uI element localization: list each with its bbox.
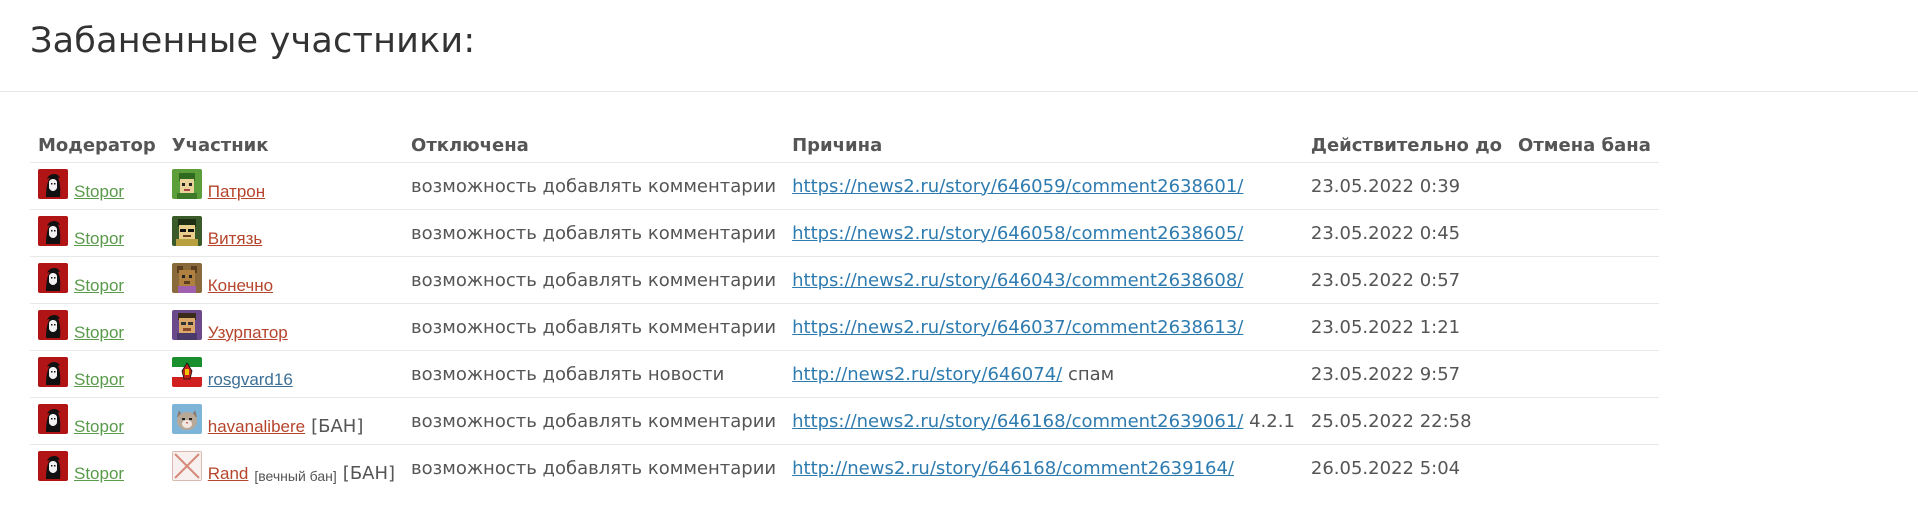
reason-text: спам (1067, 363, 1115, 385)
che-portrait-icon[interactable] (38, 309, 68, 340)
table-row: Stopor Патрон возможность добавлять комм… (30, 162, 1659, 210)
disabled-cell: возможность добавлять комментарии (403, 397, 785, 445)
bans-table: Модератор Участник Отключена Причина Дей… (30, 128, 1659, 491)
table-row: Stopor Витязь возможность добавлять комм… (30, 209, 1659, 257)
moderator-cell: Stopor (30, 445, 164, 492)
no-avatar-icon[interactable] (171, 450, 202, 481)
reason-link[interactable]: http://news2.ru/story/646074/ (792, 364, 1062, 385)
unban-cell (1510, 209, 1659, 257)
moderator-link[interactable]: Stopor (74, 370, 124, 390)
unban-cell (1510, 397, 1659, 445)
member-cell: Конечно (163, 256, 404, 304)
member-link[interactable]: Конечно (208, 276, 273, 296)
konechno-avatar-icon[interactable] (171, 262, 202, 293)
reason-cell: https://news2.ru/story/646168/comment263… (784, 397, 1303, 445)
header-reason: Причина (784, 128, 1303, 163)
valid-until-cell: 23.05.2022 0:45 (1302, 209, 1511, 257)
valid-until-cell: 23.05.2022 0:39 (1302, 162, 1511, 210)
disabled-cell: возможность добавлять комментарии (403, 209, 785, 257)
reason-link[interactable]: https://news2.ru/story/646059/comment263… (792, 176, 1243, 197)
reason-link[interactable]: https://news2.ru/story/646058/comment263… (792, 223, 1243, 244)
cat-avatar-icon[interactable] (171, 403, 202, 434)
unban-cell (1510, 350, 1659, 398)
unban-cell (1510, 445, 1659, 492)
che-portrait-icon[interactable] (38, 356, 68, 387)
table-row: Stopor Rand [вечный бан] [БАН] возможнос… (30, 445, 1659, 492)
reason-text: 4.2.1 (1249, 410, 1295, 432)
header-unban: Отмена бана (1510, 128, 1659, 163)
header-moderator: Модератор (30, 128, 164, 163)
disabled-cell: возможность добавлять новости (403, 350, 785, 398)
reason-link[interactable]: https://news2.ru/story/646168/comment263… (792, 411, 1243, 432)
member-note: [вечный бан] (254, 467, 337, 484)
ban-tag: [БАН] (342, 462, 396, 484)
che-portrait-icon[interactable] (38, 403, 68, 434)
che-portrait-icon[interactable] (38, 262, 68, 293)
uzurpator-avatar-icon[interactable] (171, 309, 202, 340)
member-link[interactable]: Витязь (208, 229, 262, 249)
moderator-cell: Stopor (30, 162, 164, 210)
reason-cell: http://news2.ru/story/646074/ спам (784, 350, 1303, 398)
page-title: Забаненные участники: (30, 21, 476, 61)
che-portrait-icon[interactable] (38, 215, 68, 246)
ban-tag: [БАН] (311, 415, 364, 437)
reason-link[interactable]: https://news2.ru/story/646043/comment263… (792, 270, 1243, 291)
member-cell: Узурпатор (163, 303, 404, 351)
page-header: Забаненные участники: (0, 0, 1918, 92)
disabled-cell: возможность добавлять комментарии (403, 162, 785, 210)
member-cell: Rand [вечный бан] [БАН] (164, 445, 403, 492)
vityaz-avatar-icon[interactable] (171, 215, 202, 246)
moderator-link[interactable]: Stopor (74, 276, 124, 296)
table-row: Stopor Узурпатор возможность добавлять к… (30, 303, 1659, 351)
valid-until-cell: 23.05.2022 9:57 (1302, 350, 1511, 398)
valid-until-cell: 26.05.2022 5:04 (1310, 457, 1461, 479)
member-link[interactable]: havanalibere (208, 417, 305, 437)
header-member: Участник (163, 128, 404, 163)
disabled-cell: возможность добавлять комментарии (403, 303, 785, 351)
reason-link[interactable]: https://news2.ru/story/646037/comment263… (792, 317, 1243, 338)
table-header-row: Модератор Участник Отключена Причина Дей… (30, 128, 1659, 163)
unban-cell (1510, 256, 1659, 304)
moderator-cell: Stopor (30, 397, 164, 445)
member-cell: rosgvard16 (163, 350, 404, 398)
disabled-cell: возможность добавлять комментарии (411, 457, 777, 479)
unban-cell (1510, 303, 1659, 351)
table-row: Stopor havanalibere [БАН] возможность до… (30, 397, 1659, 445)
unban-cell (1510, 162, 1659, 210)
moderator-link[interactable]: Stopor (74, 464, 124, 484)
table-row: Stopor rosgvard16 возможность добавлять … (30, 350, 1659, 398)
member-cell: Патрон (163, 162, 404, 210)
moderator-cell: Stopor (30, 303, 164, 351)
moderator-link[interactable]: Stopor (74, 417, 124, 437)
member-link[interactable]: Узурпатор (208, 323, 288, 343)
member-cell: havanalibere [БАН] (163, 397, 404, 445)
moderator-cell: Stopor (30, 209, 164, 257)
moderator-cell: Stopor (30, 350, 164, 398)
che-portrait-icon[interactable] (38, 450, 68, 481)
patron-avatar-icon[interactable] (171, 168, 202, 199)
member-link[interactable]: Rand (208, 464, 249, 484)
member-link[interactable]: Патрон (208, 182, 265, 202)
tatarstan-flag-avatar-icon[interactable] (171, 356, 202, 387)
reason-cell: https://news2.ru/story/646043/comment263… (784, 256, 1303, 304)
moderator-link[interactable]: Stopor (74, 229, 124, 249)
table-row: Stopor Конечно возможность добавлять ком… (30, 256, 1659, 304)
che-portrait-icon[interactable] (38, 168, 68, 199)
member-link[interactable]: rosgvard16 (208, 370, 293, 390)
header-valid-until: Действительно до (1302, 128, 1511, 163)
reason-cell: https://news2.ru/story/646059/comment263… (784, 162, 1303, 210)
reason-cell: https://news2.ru/story/646058/comment263… (784, 209, 1303, 257)
valid-until-cell: 23.05.2022 1:21 (1302, 303, 1511, 351)
valid-until-cell: 23.05.2022 0:57 (1302, 256, 1511, 304)
disabled-cell: возможность добавлять комментарии (403, 256, 785, 304)
moderator-link[interactable]: Stopor (74, 323, 124, 343)
reason-cell: https://news2.ru/story/646037/comment263… (784, 303, 1303, 351)
reason-cell: http://news2.ru/story/646168/comment2639… (784, 445, 1303, 492)
moderator-link[interactable]: Stopor (74, 182, 124, 202)
valid-until-cell: 25.05.2022 22:58 (1302, 397, 1511, 445)
member-cell: Витязь (163, 209, 404, 257)
moderator-cell: Stopor (30, 256, 164, 304)
header-disabled: Отключена (403, 128, 785, 163)
reason-link[interactable]: http://news2.ru/story/646168/comment2639… (792, 458, 1234, 479)
